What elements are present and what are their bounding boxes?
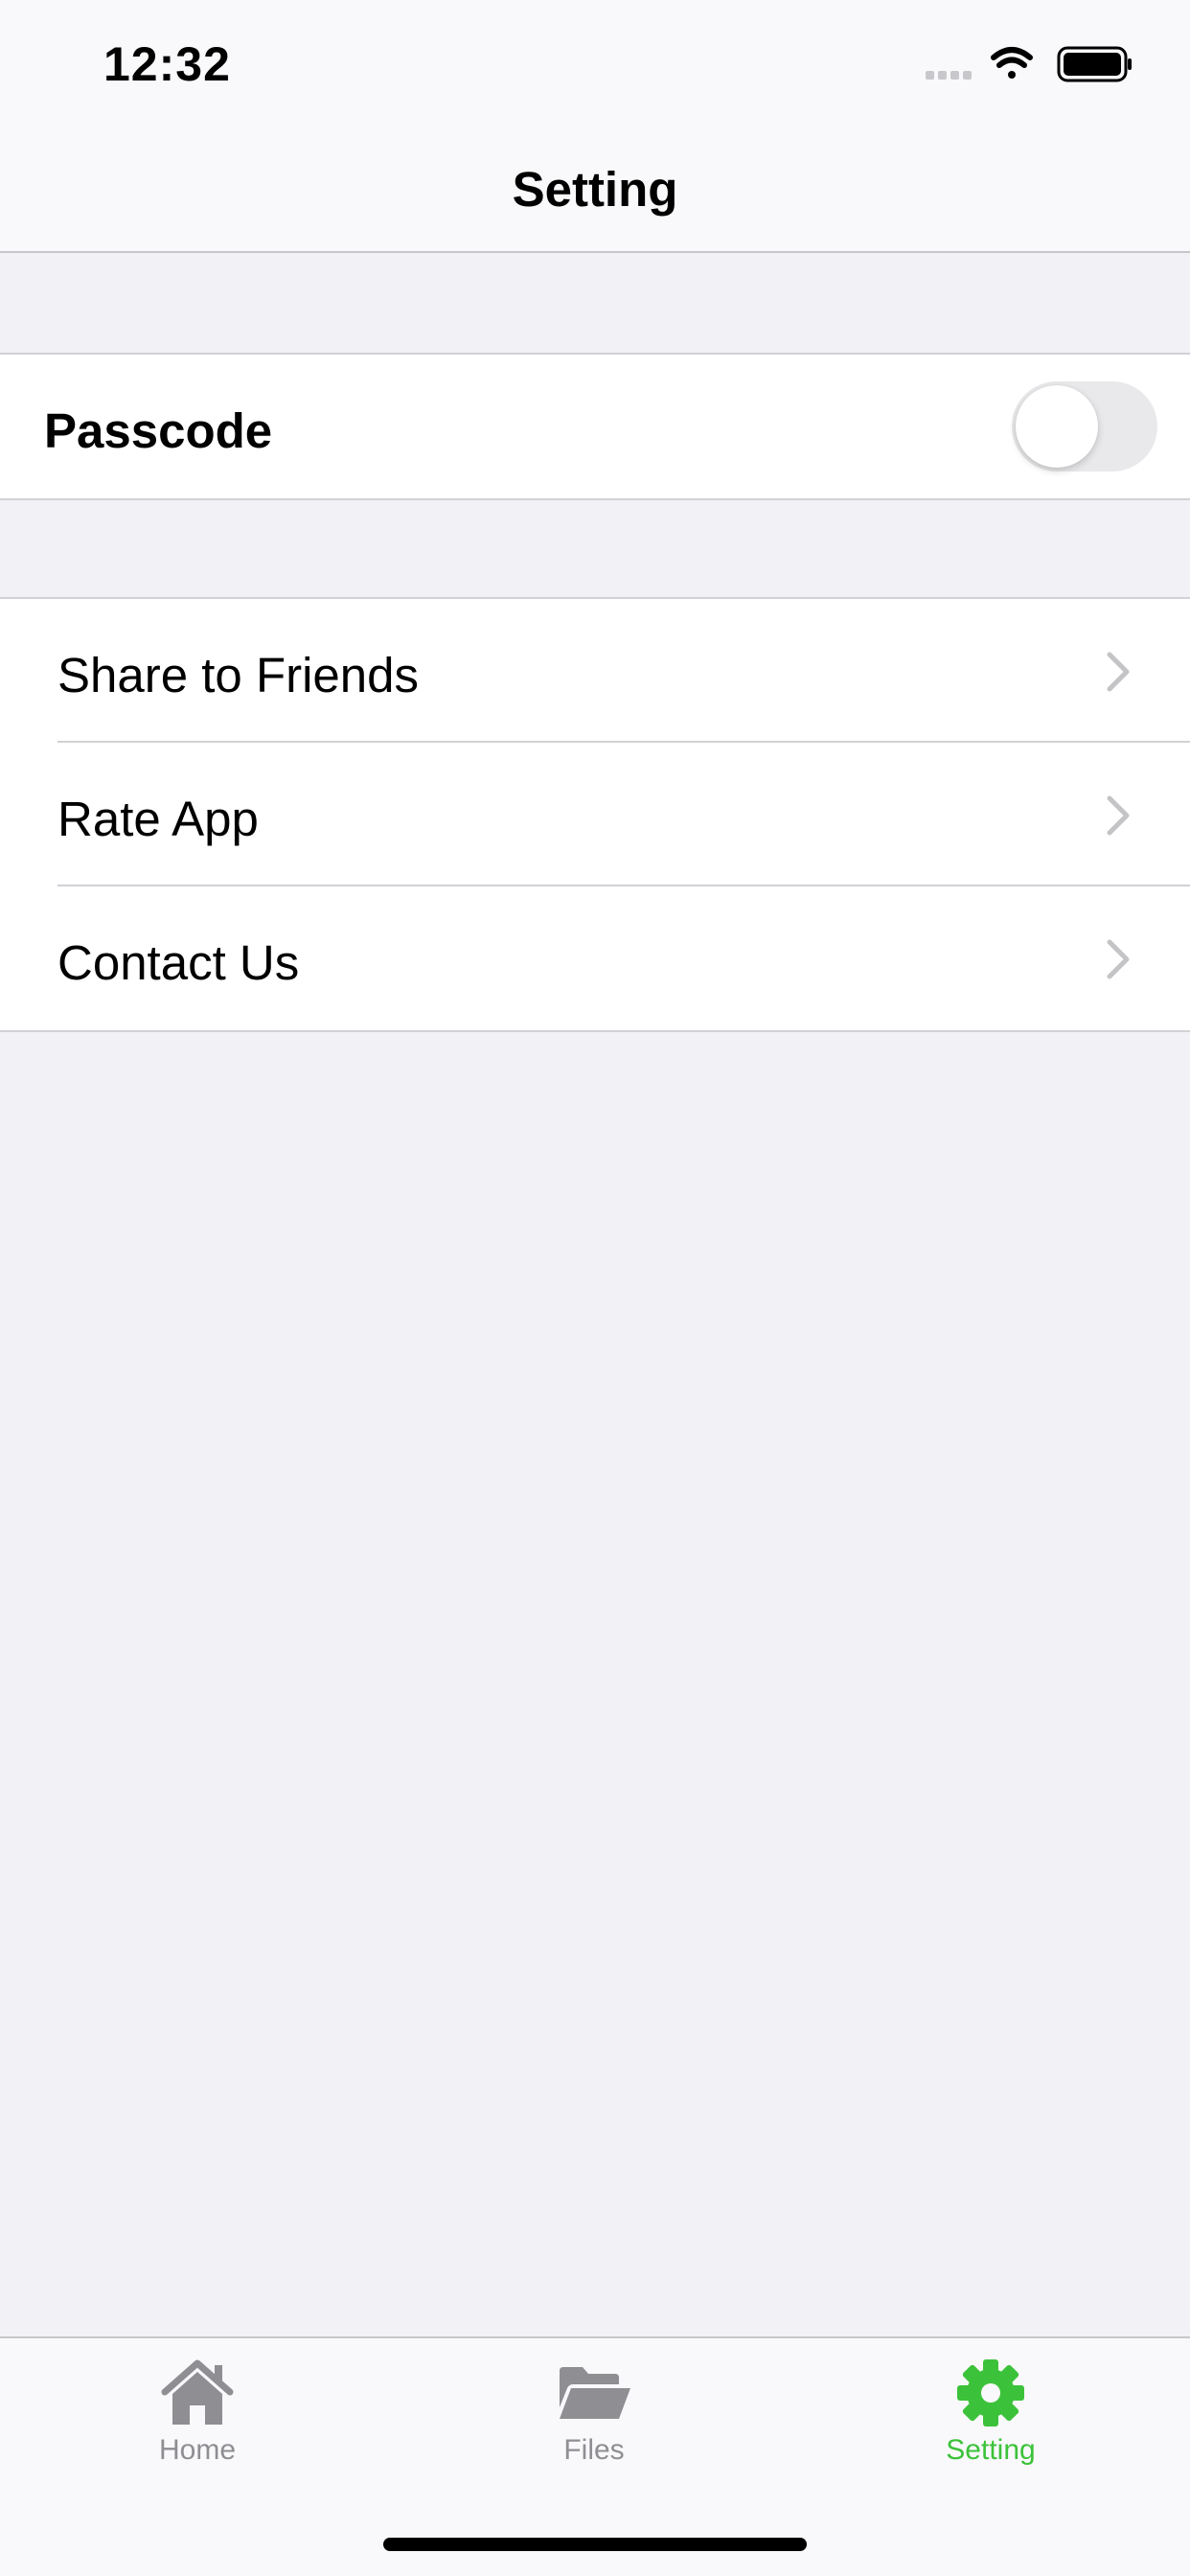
menu-item-contact-us[interactable]: Contact Us: [0, 886, 1190, 1030]
wifi-icon: [991, 47, 1033, 79]
menu-item-share-to-friends[interactable]: Share to Friends: [0, 599, 1190, 743]
menu-item-label: Rate App: [57, 792, 259, 846]
tab-home[interactable]: Home: [54, 2358, 341, 2501]
status-bar: 12:32: [0, 0, 1190, 126]
toggle-knob: [1016, 385, 1098, 468]
home-icon: [161, 2359, 234, 2425]
tab-files[interactable]: Files: [450, 2358, 738, 2501]
cellular-icon: [926, 71, 972, 80]
passcode-toggle[interactable]: [1012, 381, 1157, 472]
folder-icon: [560, 2367, 630, 2419]
menu-item-rate-app[interactable]: Rate App: [0, 743, 1190, 886]
status-icons: [926, 46, 1132, 82]
menu-item-label: Contact Us: [57, 935, 300, 990]
home-indicator: [383, 2538, 807, 2551]
battery-icon: [1057, 46, 1132, 82]
page-title: Setting: [512, 162, 678, 217]
passcode-group: Passcode: [0, 353, 1190, 500]
chevron-right-icon: [1107, 652, 1130, 692]
chevron-right-icon: [1107, 939, 1130, 979]
menu-item-label: Share to Friends: [57, 648, 420, 702]
tab-label: Files: [563, 2434, 625, 2466]
tab-label: Setting: [946, 2434, 1036, 2466]
navigation-bar: Setting: [0, 126, 1190, 253]
passcode-row: Passcode: [0, 355, 1190, 498]
tab-label: Home: [158, 2434, 237, 2466]
menu-group: Share to Friends Rate App Contact Us: [0, 597, 1190, 1032]
tab-setting[interactable]: Setting: [847, 2358, 1134, 2501]
gear-icon: [957, 2359, 1024, 2426]
status-time: 12:32: [103, 37, 231, 91]
chevron-right-icon: [1107, 795, 1130, 836]
passcode-label: Passcode: [44, 403, 273, 458]
